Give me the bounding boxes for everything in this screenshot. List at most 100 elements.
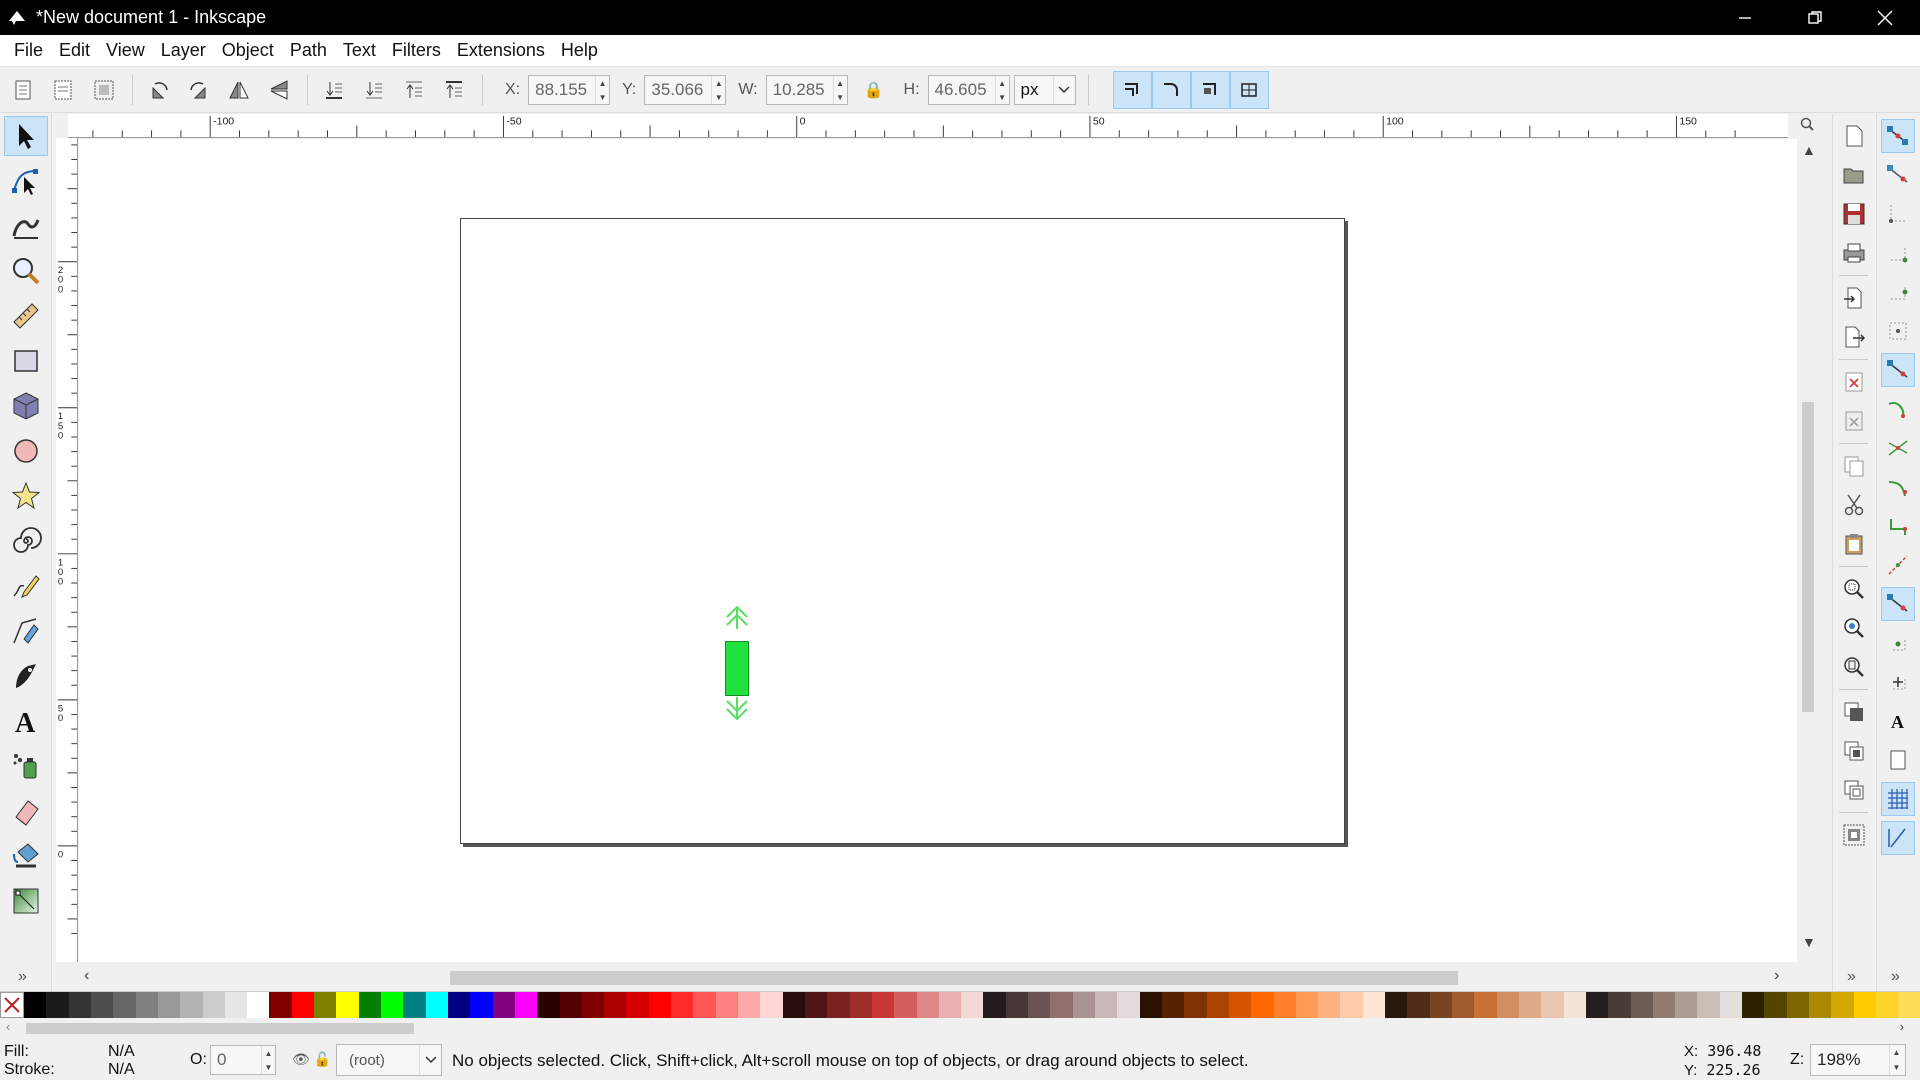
snap-nodes-toggle[interactable] (1881, 353, 1915, 387)
color-swatch[interactable] (1139, 992, 1162, 1018)
lower-to-bottom-button[interactable] (318, 73, 350, 107)
eraser-tool[interactable] (4, 791, 48, 831)
color-swatch[interactable] (1675, 992, 1698, 1018)
snap-intersections-toggle[interactable] (1881, 431, 1915, 465)
color-swatch[interactable] (447, 992, 471, 1018)
horizontal-scrollbar[interactable]: ‹ › (68, 963, 1808, 989)
color-swatch[interactable] (1161, 992, 1185, 1018)
y-input[interactable] (645, 76, 712, 104)
print-button[interactable] (1837, 236, 1871, 270)
select-all-layers-button[interactable] (48, 73, 80, 107)
snap-bbox-edge-toggle[interactable] (1881, 197, 1915, 231)
color-swatch[interactable] (1005, 992, 1029, 1018)
zoom-input[interactable] (1811, 1045, 1889, 1075)
x-input[interactable] (529, 76, 596, 104)
color-swatch[interactable] (24, 992, 47, 1018)
color-swatch[interactable] (894, 992, 917, 1018)
color-swatch[interactable] (1429, 992, 1452, 1018)
color-swatch[interactable] (1273, 992, 1296, 1018)
measure-tool[interactable] (4, 296, 48, 336)
color-swatch[interactable] (336, 992, 359, 1018)
minimize-button[interactable] (1710, 0, 1780, 35)
clone-button[interactable] (1837, 734, 1871, 768)
snap-others-toggle[interactable] (1881, 587, 1915, 621)
paint-bucket-tool[interactable] (4, 836, 48, 876)
color-swatch[interactable] (559, 992, 582, 1018)
pencil-tool[interactable] (4, 566, 48, 606)
color-swatch[interactable] (1295, 992, 1319, 1018)
color-swatch[interactable] (113, 992, 136, 1018)
color-swatch[interactable] (46, 992, 69, 1018)
snap-guides-toggle[interactable] (1881, 821, 1915, 855)
copy-button[interactable] (1837, 449, 1871, 483)
color-swatch[interactable] (827, 992, 850, 1018)
duplicate-button[interactable] (1837, 695, 1871, 729)
color-swatch[interactable] (314, 992, 337, 1018)
color-swatch[interactable] (403, 992, 426, 1018)
no-paint-swatch[interactable] (0, 992, 24, 1018)
color-swatch[interactable] (1875, 992, 1899, 1018)
color-swatch[interactable] (1585, 992, 1609, 1018)
close-button[interactable] (1850, 0, 1920, 35)
menu-file[interactable]: File (6, 37, 51, 64)
color-swatch[interactable] (291, 992, 315, 1018)
color-swatch[interactable] (537, 992, 560, 1018)
paste-button[interactable] (1837, 527, 1871, 561)
x-field[interactable]: ▲▼ (528, 75, 611, 105)
rectangle-tool[interactable] (4, 341, 48, 381)
stroke-value[interactable]: N/A (108, 1061, 135, 1079)
deselect-button[interactable] (88, 73, 120, 107)
fill-value[interactable]: N/A (108, 1043, 135, 1061)
color-swatch[interactable] (782, 992, 805, 1018)
rotate-cw-button[interactable] (183, 73, 215, 107)
scroll-down-icon[interactable]: ▼ (1802, 934, 1816, 950)
color-swatch[interactable] (1362, 992, 1386, 1018)
snap-paths-toggle[interactable] (1881, 392, 1915, 426)
color-swatch[interactable] (1407, 992, 1430, 1018)
lower-button[interactable] (358, 73, 390, 107)
color-swatch[interactable] (1028, 992, 1051, 1018)
lock-icon[interactable]: 🔒 (864, 80, 884, 100)
snap-cusp-nodes-toggle[interactable] (1881, 470, 1915, 504)
palette-scroll-left-icon[interactable]: ‹ (6, 1019, 10, 1034)
color-swatch[interactable] (1318, 992, 1341, 1018)
color-swatch[interactable] (1251, 992, 1274, 1018)
color-swatch[interactable] (68, 992, 91, 1018)
color-swatch[interactable] (514, 992, 538, 1018)
menu-edit[interactable]: Edit (51, 37, 98, 64)
redo-button[interactable] (1837, 404, 1871, 438)
export-button[interactable] (1837, 320, 1871, 354)
color-swatch[interactable] (224, 992, 248, 1018)
new-document-button[interactable] (1837, 119, 1871, 153)
color-swatch[interactable] (760, 992, 783, 1018)
color-swatch[interactable] (180, 992, 203, 1018)
snap-rotation-centers-toggle[interactable] (1881, 665, 1915, 699)
expand-snap-icon[interactable]: » (1891, 968, 1900, 986)
color-swatch[interactable] (1652, 992, 1676, 1018)
h-field[interactable]: ▲▼ (927, 75, 1010, 105)
flip-horizontal-button[interactable] (223, 73, 255, 107)
color-swatch[interactable] (983, 992, 1006, 1018)
layer-select[interactable]: (root) (336, 1044, 442, 1076)
star-tool[interactable] (4, 476, 48, 516)
snap-bbox-center-toggle[interactable] (1881, 314, 1915, 348)
unlink-clone-button[interactable] (1837, 773, 1871, 807)
menu-view[interactable]: View (98, 37, 153, 64)
scale-stroke-toggle[interactable] (1112, 71, 1152, 109)
snap-text-baseline-toggle[interactable]: A (1881, 704, 1915, 738)
color-swatch[interactable] (648, 992, 672, 1018)
menu-layer[interactable]: Layer (153, 37, 214, 64)
palette-scroll-thumb[interactable] (26, 1023, 414, 1034)
transform-gradients-toggle[interactable] (1190, 71, 1230, 109)
rotate-ccw-button[interactable] (143, 73, 175, 107)
color-swatch[interactable] (1340, 992, 1363, 1018)
snap-enable-toggle[interactable] (1881, 119, 1915, 153)
w-input[interactable] (766, 76, 833, 104)
menu-filters[interactable]: Filters (384, 37, 449, 64)
select-all-button[interactable] (8, 73, 40, 107)
snap-object-centers-toggle[interactable] (1881, 626, 1915, 660)
color-swatch[interactable] (1809, 992, 1832, 1018)
color-swatch[interactable] (849, 992, 872, 1018)
pen-tool[interactable] (4, 611, 48, 651)
color-swatch[interactable] (157, 992, 181, 1018)
